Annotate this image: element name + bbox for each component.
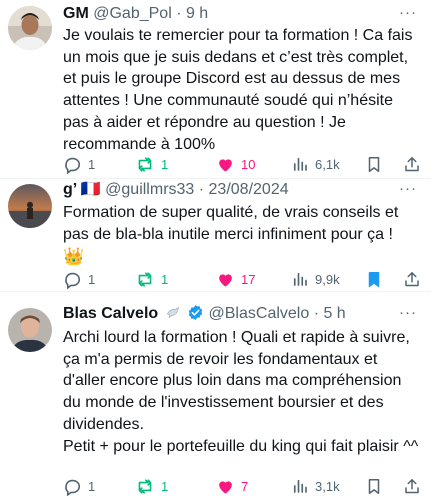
- repost-icon: [138, 157, 152, 172]
- share-icon: [405, 157, 419, 172]
- reply-button[interactable]: 1: [63, 155, 95, 174]
- handle-and-time[interactable]: @Gab_Pol · 9 h: [93, 5, 208, 22]
- bookmark-button[interactable]: [365, 270, 383, 289]
- share-icon: [405, 272, 419, 287]
- like-count: 10: [241, 157, 256, 172]
- like-icon: [219, 481, 232, 494]
- reply-count: 1: [88, 479, 96, 494]
- repost-count: 1: [161, 479, 169, 494]
- bookmark-icon: [368, 157, 380, 172]
- reply-icon: [65, 479, 81, 496]
- more-options-icon[interactable]: ···: [399, 181, 417, 196]
- display-name[interactable]: Blas Calvelo: [63, 305, 158, 322]
- avatar[interactable]: [8, 6, 52, 50]
- views-icon: [293, 272, 307, 286]
- repost-button[interactable]: 1: [135, 155, 168, 174]
- repost-count: 1: [161, 157, 169, 172]
- avatar[interactable]: [8, 184, 52, 228]
- more-options-icon[interactable]: ···: [399, 305, 417, 320]
- like-button[interactable]: 17: [216, 270, 255, 289]
- action-bar: 1 1 7 3,1k: [63, 477, 423, 497]
- bookmark-button[interactable]: [365, 155, 383, 174]
- reply-icon: [65, 157, 81, 174]
- repost-button[interactable]: 1: [135, 477, 168, 496]
- display-name[interactable]: g’ 🇫🇷: [63, 181, 101, 198]
- tweet-2[interactable]: g’ 🇫🇷 @guillmrs33 · 23/08/2024 ··· Forma…: [0, 179, 431, 291]
- share-button[interactable]: [403, 270, 421, 289]
- action-bar: 1 1 10 6,1k: [63, 155, 423, 175]
- repost-button[interactable]: 1: [135, 270, 168, 289]
- tweet-1[interactable]: GM @Gab_Pol · 9 h ··· Je voulais te reme…: [0, 0, 431, 178]
- bookmark-icon: [368, 272, 380, 287]
- repost-icon: [138, 272, 152, 287]
- tweet-header: Blas Calvelo @BlasCalvelo · 5 h: [63, 304, 346, 324]
- views-count: 9,9k: [315, 271, 340, 287]
- handle-and-time[interactable]: @BlasCalvelo · 5 h: [209, 305, 346, 322]
- views-button[interactable]: 3,1k: [291, 477, 340, 495]
- tweet-text: Formation de super qualité, de vrais con…: [63, 204, 403, 243]
- views-button[interactable]: 9,9k: [291, 270, 340, 288]
- tweet-header: GM @Gab_Pol · 9 h: [63, 4, 208, 24]
- like-icon: [219, 159, 232, 172]
- share-button[interactable]: [403, 477, 421, 496]
- reply-button[interactable]: 1: [63, 270, 95, 289]
- reply-icon: [65, 272, 81, 289]
- tweet-header: g’ 🇫🇷 @guillmrs33 · 23/08/2024: [63, 180, 289, 200]
- share-icon: [405, 479, 419, 494]
- reply-count: 1: [88, 272, 96, 287]
- repost-icon: [138, 479, 152, 494]
- avatar[interactable]: [8, 308, 52, 352]
- like-count: 17: [241, 272, 256, 287]
- bookmark-button[interactable]: [365, 477, 383, 496]
- repost-count: 1: [161, 272, 169, 287]
- tweet-3[interactable]: Blas Calvelo @BlasCalvelo · 5 h ··· Arch…: [0, 292, 431, 500]
- reply-button[interactable]: 1: [63, 477, 95, 496]
- dove-icon: [166, 306, 179, 319]
- share-button[interactable]: [403, 155, 421, 174]
- like-button[interactable]: 7: [216, 477, 248, 496]
- views-button[interactable]: 6,1k: [291, 155, 340, 173]
- like-button[interactable]: 10: [216, 155, 255, 174]
- action-bar: 1 1 17 9,9k: [63, 270, 423, 290]
- views-count: 6,1k: [315, 156, 340, 172]
- like-icon: [219, 274, 232, 287]
- tweet-text: Je voulais te remercier pour ta formatio…: [63, 27, 417, 153]
- views-icon: [293, 157, 307, 171]
- handle-and-time[interactable]: @guillmrs33 · 23/08/2024: [105, 181, 288, 198]
- display-name[interactable]: GM: [63, 5, 89, 22]
- tweet-text: Archi lourd la formation ! Quali et rapi…: [63, 329, 419, 455]
- crown-emoji: 👑: [63, 247, 85, 266]
- like-count: 7: [241, 479, 249, 494]
- more-options-icon[interactable]: ···: [399, 5, 417, 20]
- bookmark-icon: [368, 479, 380, 494]
- views-icon: [293, 479, 307, 493]
- reply-count: 1: [88, 157, 96, 172]
- views-count: 3,1k: [315, 478, 340, 494]
- verified-icon: [188, 305, 203, 320]
